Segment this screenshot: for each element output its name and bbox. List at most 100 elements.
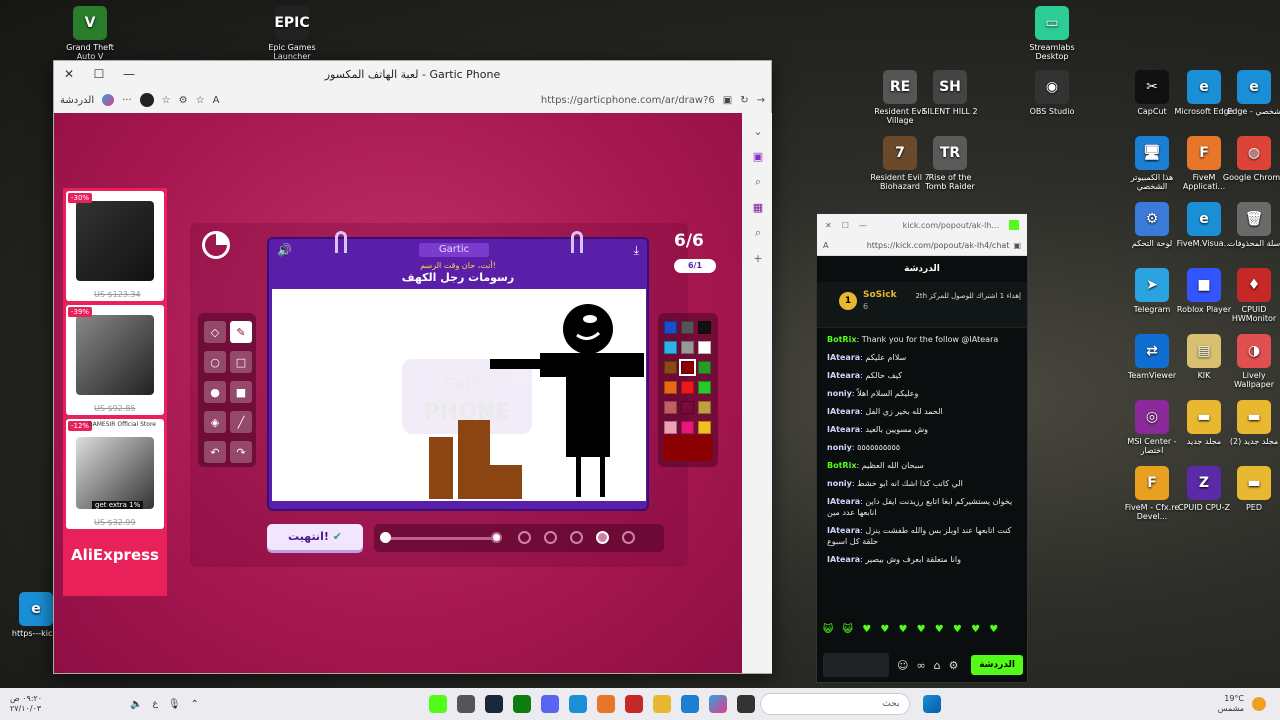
chat-send-button[interactable]: الدردشة bbox=[971, 655, 1023, 675]
color-swatch[interactable] bbox=[664, 401, 677, 414]
ellipse-outline-tool[interactable]: ○ bbox=[204, 351, 226, 373]
emoji-icon[interactable]: ☺ bbox=[897, 659, 908, 672]
sound-icon[interactable]: 🔊 bbox=[277, 243, 292, 257]
add-icon[interactable]: + bbox=[744, 252, 772, 265]
speaker-icon[interactable]: 🔈 bbox=[130, 699, 142, 710]
app-taskbar-icon[interactable] bbox=[457, 695, 476, 713]
slider-handle[interactable] bbox=[491, 532, 502, 543]
download-icon[interactable]: ⤓ bbox=[634, 243, 639, 258]
store-taskbar-icon[interactable] bbox=[681, 695, 700, 713]
desktop-icon[interactable]: ♦ CPUID HWMonitor bbox=[1222, 268, 1280, 323]
clock[interactable]: ٠٩:٢٠ ص ٢٧/١٠/٠٣ bbox=[0, 694, 130, 714]
color-swatch[interactable] bbox=[681, 421, 694, 434]
chat-username[interactable]: BotRix bbox=[827, 461, 856, 470]
mic-icon[interactable]: 🎙 bbox=[168, 699, 181, 710]
fivem-taskbar-icon[interactable] bbox=[597, 695, 616, 713]
brush-size-option[interactable] bbox=[544, 531, 557, 544]
chat-username[interactable]: IAteara bbox=[827, 497, 860, 506]
brush-size-option[interactable] bbox=[518, 531, 531, 544]
windows-start-icon[interactable] bbox=[923, 695, 942, 713]
gartic-tab-icon[interactable]: ▣ bbox=[744, 150, 772, 163]
ad-card[interactable]: -30% US $123.34 bbox=[66, 191, 164, 301]
desktop-icon[interactable]: e Edge - شخصي bbox=[1222, 70, 1280, 116]
aliexpress-ad[interactable]: -30% US $123.34 -39% US $92.85 -12% GAME… bbox=[63, 188, 167, 596]
chevron-up-icon[interactable]: ⌃ bbox=[191, 699, 199, 710]
color-swatch[interactable] bbox=[679, 359, 696, 376]
chat-username[interactable]: IAteara bbox=[827, 353, 860, 362]
ad-card[interactable]: -39% US $92.85 bbox=[66, 305, 164, 415]
color-swatch[interactable] bbox=[681, 321, 694, 334]
kick-taskbar-icon[interactable] bbox=[429, 695, 448, 713]
brush-size-option[interactable] bbox=[596, 531, 609, 544]
minimize-icon[interactable]: — bbox=[859, 221, 867, 230]
chat-input[interactable] bbox=[823, 653, 889, 677]
desktop-icon[interactable]: ◍ Google Chrome bbox=[1222, 136, 1280, 182]
copilot-taskbar-icon[interactable] bbox=[709, 695, 728, 713]
chat-username[interactable]: noniy bbox=[827, 443, 852, 452]
brush-size-option[interactable] bbox=[622, 531, 635, 544]
chat-username[interactable]: noniy bbox=[827, 479, 852, 488]
desktop-icon[interactable]: ▬ مجلد جديد (2) bbox=[1222, 400, 1280, 446]
chat-username[interactable]: BotRix bbox=[827, 335, 856, 344]
desktop-icon[interactable]: ▬ PED bbox=[1222, 466, 1280, 512]
search-icon[interactable]: ⌕ bbox=[744, 175, 772, 189]
desktop-icon[interactable]: TR Rise of the Tomb Raider bbox=[918, 136, 982, 191]
color-swatch[interactable] bbox=[681, 401, 694, 414]
chat-username[interactable]: noniy bbox=[827, 389, 852, 398]
forward-icon[interactable]: → bbox=[757, 95, 765, 106]
explorer-taskbar-icon[interactable] bbox=[653, 695, 672, 713]
close-icon[interactable]: ✕ bbox=[825, 221, 832, 230]
steam-taskbar-icon[interactable] bbox=[485, 695, 504, 713]
image-icon[interactable]: ▦ bbox=[744, 201, 772, 214]
rect-outline-tool[interactable]: □ bbox=[230, 351, 252, 373]
drawing-canvas[interactable]: Gartic PHONE bbox=[272, 289, 646, 501]
color-swatch[interactable] bbox=[681, 381, 694, 394]
chat-username[interactable]: IAteara bbox=[827, 555, 860, 564]
eraser-tool[interactable]: ◇ bbox=[204, 321, 226, 343]
favorites-icon[interactable]: ☆ bbox=[162, 95, 171, 106]
chat-tab-label[interactable]: الدردشة bbox=[60, 95, 94, 106]
pencil-tool[interactable]: ✎ bbox=[230, 321, 252, 343]
url-field[interactable]: https://garticphone.com/ar/draw?6 bbox=[227, 95, 715, 106]
color-swatch[interactable] bbox=[698, 341, 711, 354]
desktop-icon[interactable]: ▭ Streamlabs Desktop bbox=[1020, 6, 1084, 61]
chevron-down-icon[interactable]: ⌄ bbox=[744, 125, 772, 138]
desktop-icon[interactable]: 🗑 سلة المحذوفات bbox=[1222, 202, 1280, 248]
reload-icon[interactable]: ↻ bbox=[740, 95, 748, 106]
chat-username[interactable]: IAteara bbox=[827, 425, 860, 434]
done-button[interactable]: انتهيت! ✔ bbox=[267, 524, 363, 550]
brush-size-option[interactable] bbox=[570, 531, 583, 544]
taskbar-search[interactable]: بحث bbox=[760, 693, 911, 715]
color-swatch[interactable] bbox=[664, 361, 677, 374]
color-swatch[interactable] bbox=[698, 401, 711, 414]
acrobat-taskbar-icon[interactable] bbox=[625, 695, 644, 713]
language-indicator[interactable]: ع bbox=[152, 699, 157, 709]
line-tool[interactable]: ╱ bbox=[230, 411, 252, 433]
weather-widget[interactable]: 19°C مشمس bbox=[1162, 694, 1252, 714]
rect-fill-tool[interactable]: ■ bbox=[230, 381, 252, 403]
chat-username[interactable]: IAteara bbox=[827, 526, 860, 535]
undo-tool[interactable]: ↶ bbox=[204, 441, 226, 463]
discord-taskbar-icon[interactable] bbox=[541, 695, 560, 713]
copilot-icon[interactable] bbox=[102, 94, 115, 106]
read-aloud-icon[interactable]: A bbox=[823, 241, 828, 250]
ad-card[interactable]: -12% GAMESIR Official Store get extra 1%… bbox=[66, 419, 164, 529]
color-swatch[interactable] bbox=[664, 381, 677, 394]
read-aloud-icon[interactable]: A bbox=[213, 95, 220, 106]
chat-username[interactable]: IAteara bbox=[827, 407, 860, 416]
color-swatch[interactable] bbox=[664, 321, 677, 334]
color-swatch[interactable] bbox=[664, 421, 677, 434]
color-swatch[interactable] bbox=[681, 341, 694, 354]
color-swatch[interactable] bbox=[664, 341, 677, 354]
chat-username[interactable]: IAteara bbox=[827, 371, 860, 380]
gear-icon[interactable]: ⚙ bbox=[949, 659, 959, 672]
opacity-slider[interactable] bbox=[384, 537, 494, 540]
color-swatch[interactable] bbox=[698, 421, 711, 434]
edge-taskbar-icon[interactable] bbox=[569, 695, 588, 713]
desktop-icon[interactable]: ◉ OBS Studio bbox=[1020, 70, 1084, 116]
star-icon[interactable]: ☆ bbox=[196, 95, 205, 106]
search-icon[interactable]: ⌕ bbox=[744, 226, 772, 240]
desktop-icon[interactable]: V Grand Theft Auto V bbox=[58, 6, 122, 61]
desktop-icon[interactable]: SH SILENT HILL 2 bbox=[918, 70, 982, 116]
ellipse-fill-tool[interactable]: ● bbox=[204, 381, 226, 403]
